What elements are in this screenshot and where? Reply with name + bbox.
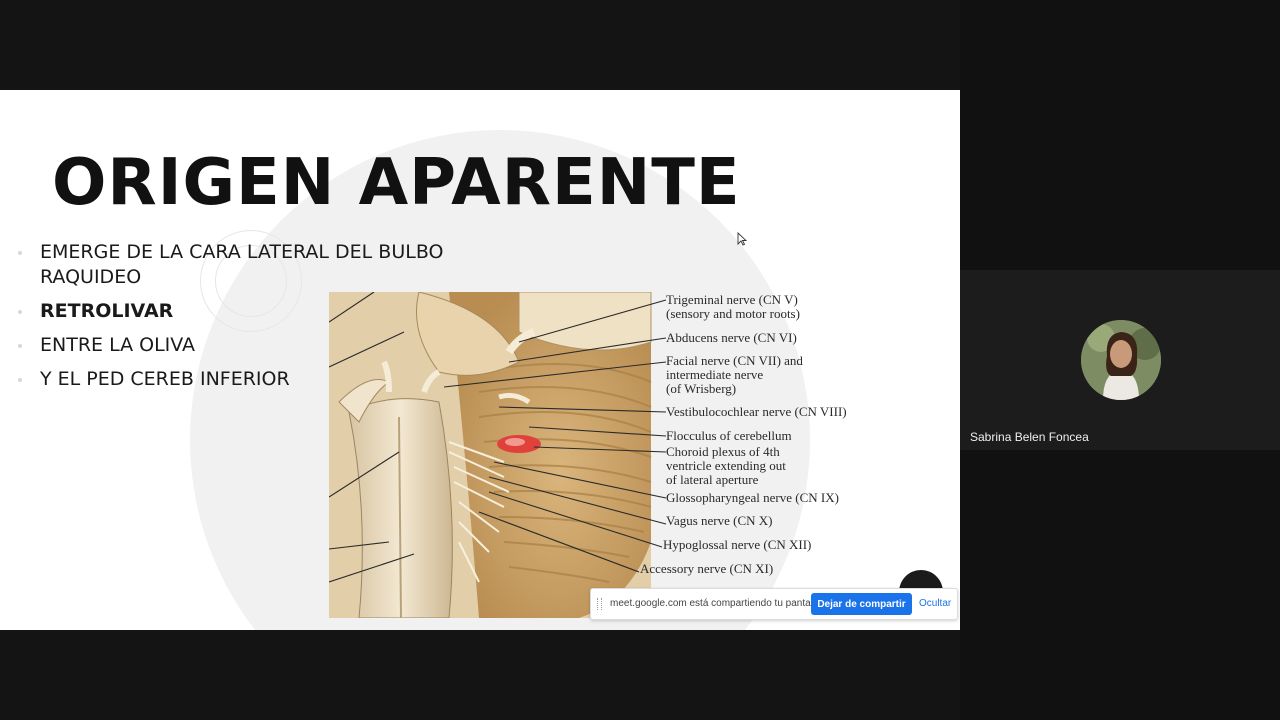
brainstem-anatomy-figure: Trigeminal nerve (CN V) (sensory and mot… <box>329 292 889 618</box>
brainstem-illustration <box>329 292 667 618</box>
bullet-text: Y EL PED CEREB INFERIOR <box>40 368 290 390</box>
avatar-image <box>1081 320 1161 400</box>
presentation-stage: ORIGEN APARENTE EMERGE DE LA CARA LATERA… <box>0 0 960 720</box>
hide-button[interactable]: Ocultar <box>919 598 951 609</box>
label-trigeminal-nerve: Trigeminal nerve (CN V) <box>666 292 798 307</box>
label-accessory-nerve: Accessory nerve (CN XI) <box>640 561 774 576</box>
label-wrisberg: (of Wrisberg) <box>666 381 737 396</box>
participant-tile[interactable]: Sabrina Belen Foncea <box>960 270 1280 450</box>
label-facial-nerve: Facial nerve (CN VII) and <box>666 353 803 368</box>
drag-handle-icon[interactable] <box>597 598 602 610</box>
label-abducens-nerve: Abducens nerve (CN VI) <box>666 330 797 345</box>
shared-slide: ORIGEN APARENTE EMERGE DE LA CARA LATERA… <box>0 90 960 630</box>
bullet-item: EMERGE DE LA CARA LATERAL DEL BULBO RAQU… <box>18 240 480 290</box>
label-vagus-nerve: Vagus nerve (CN X) <box>666 513 773 528</box>
slide-title: ORIGEN APARENTE <box>52 146 741 220</box>
bullet-text: RETROLIVAR <box>40 300 174 322</box>
label-glossopharyngeal-nerve: Glossopharyngeal nerve (CN IX) <box>666 490 839 505</box>
label-choroid-plexus: Choroid plexus of 4th <box>666 444 780 459</box>
label-hypoglossal-nerve: Hypoglossal nerve (CN XII) <box>663 537 812 552</box>
label-vestibulocochlear-nerve: Vestibulocochlear nerve (CN VIII) <box>666 404 847 419</box>
label-choroid-aperture: of lateral aperture <box>666 472 759 487</box>
label-choroid-ventricle: ventricle extending out <box>666 458 786 473</box>
share-message: meet.google.com está compartiendo tu pan… <box>610 598 824 609</box>
participant-name: Sabrina Belen Foncea <box>970 430 1089 444</box>
bullet-text: EMERGE DE LA CARA LATERAL DEL BULBO RAQU… <box>40 241 444 288</box>
avatar <box>1081 320 1161 400</box>
bullet-dot <box>18 310 22 314</box>
label-flocculus: Flocculus of cerebellum <box>666 428 792 443</box>
label-trigeminal-roots: (sensory and motor roots) <box>666 306 800 321</box>
screen-share-notification-bar: meet.google.com está compartiendo tu pan… <box>590 588 958 620</box>
label-intermediate-nerve: intermediate nerve <box>666 367 764 382</box>
bullet-dot <box>18 344 22 348</box>
stop-sharing-button[interactable]: Dejar de compartir <box>811 593 912 615</box>
bullet-text: ENTRE LA OLIVA <box>40 334 196 356</box>
bullet-dot <box>18 378 22 382</box>
bullet-dot <box>18 251 22 255</box>
cursor-icon <box>737 232 747 246</box>
